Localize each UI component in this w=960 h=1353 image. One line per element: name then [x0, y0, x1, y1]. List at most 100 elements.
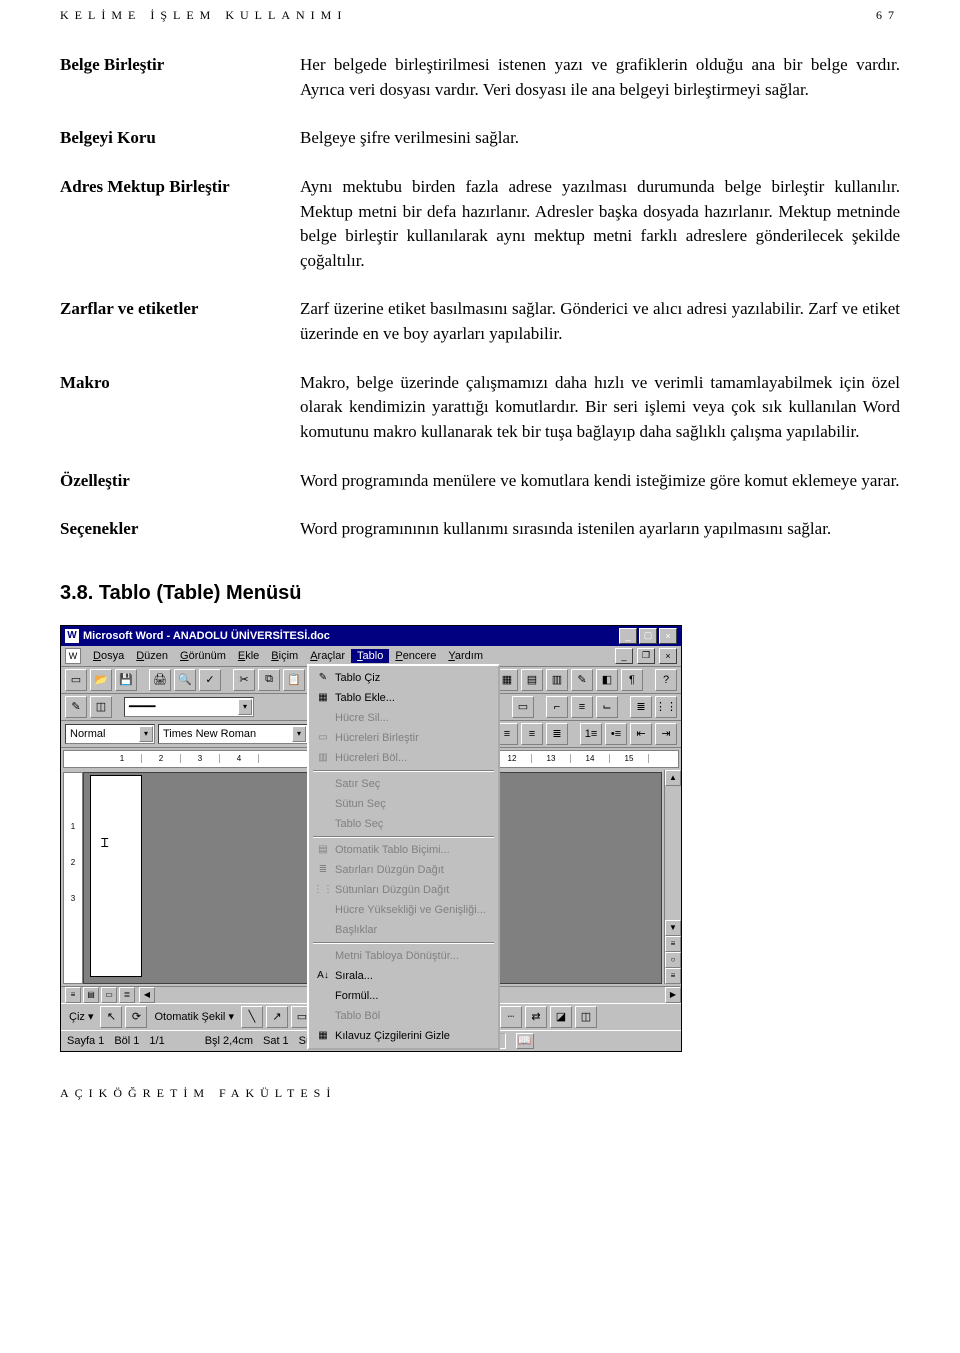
- columns-icon[interactable]: ▥: [546, 669, 568, 691]
- menu-yardım[interactable]: Yardım: [442, 649, 489, 663]
- status-line: Sat 1: [263, 1035, 289, 1047]
- menu-item: ⋮⋮Sütunları Düzgün Dağıt: [311, 880, 496, 900]
- menu-item: Tablo Seç: [311, 814, 496, 834]
- scroll-up-icon[interactable]: ▲: [665, 770, 681, 786]
- mdi-doc-icon[interactable]: W: [65, 648, 81, 664]
- menu-düzen[interactable]: Düzen: [130, 649, 174, 663]
- paste-icon[interactable]: 📋: [283, 669, 305, 691]
- align-top-icon[interactable]: ⌐: [546, 696, 568, 718]
- weblayout-view-icon[interactable]: ▤: [83, 987, 99, 1003]
- menu-separator: [313, 770, 494, 772]
- print-icon[interactable]: 🖨: [149, 669, 171, 691]
- vertical-scrollbar[interactable]: ▲ ▼ ≡ ○ ≡: [664, 770, 681, 984]
- maximize-button[interactable]: ▢: [639, 628, 657, 644]
- menu-item-icon: ▦: [315, 1028, 331, 1044]
- autoshape-menu-label[interactable]: Otomatik Şekil ▾: [150, 1008, 238, 1025]
- select-objects-icon[interactable]: ↖: [100, 1006, 122, 1028]
- definition-desc: Aynı mektubu birden fazla adrese yazılma…: [300, 175, 900, 274]
- align-bottom-icon[interactable]: ⌙: [596, 696, 618, 718]
- arrow-style-icon[interactable]: ⇄: [525, 1006, 547, 1028]
- help-icon[interactable]: ?: [655, 669, 677, 691]
- numbered-list-icon[interactable]: 1≡: [580, 723, 602, 745]
- close-button[interactable]: ×: [659, 628, 677, 644]
- scroll-right-icon[interactable]: ▶: [665, 987, 681, 1003]
- doc-map-icon[interactable]: ◧: [596, 669, 618, 691]
- style-combo[interactable]: Normal: [65, 724, 155, 744]
- draw-table-icon[interactable]: ✎: [65, 696, 87, 718]
- outline-view-icon[interactable]: ≣: [119, 987, 135, 1003]
- mdi-minimize-button[interactable]: _: [615, 648, 633, 664]
- spellcheck-icon[interactable]: ✓: [199, 669, 221, 691]
- line-tool-icon[interactable]: ╲: [241, 1006, 263, 1028]
- menu-item-icon: [315, 796, 331, 812]
- menu-item: ▥Hücreleri Böl...: [311, 748, 496, 768]
- scroll-down-icon[interactable]: ▼: [665, 920, 681, 936]
- menu-ekle[interactable]: Ekle: [232, 649, 265, 663]
- show-marks-icon[interactable]: ¶: [621, 669, 643, 691]
- copy-icon[interactable]: ⧉: [258, 669, 280, 691]
- arrow-tool-icon[interactable]: ↗: [266, 1006, 288, 1028]
- dash-style-icon[interactable]: ┈: [500, 1006, 522, 1028]
- merge-cells-icon[interactable]: ▭: [512, 696, 534, 718]
- menu-item: Hücre Yüksekliği ve Genişliği...: [311, 900, 496, 920]
- status-book-icon[interactable]: 📖: [516, 1033, 534, 1049]
- align-justify-icon[interactable]: ≣: [546, 723, 568, 745]
- status-pages: 1/1: [149, 1035, 164, 1047]
- menu-item-label: Tablo Seç: [335, 818, 383, 830]
- save-icon[interactable]: 💾: [115, 669, 137, 691]
- menu-biçim[interactable]: Biçim: [265, 649, 304, 663]
- eraser-icon[interactable]: ◫: [90, 696, 112, 718]
- ruler-tick: 4: [220, 754, 259, 763]
- vertical-ruler[interactable]: 123: [63, 772, 83, 984]
- rotate-icon[interactable]: ⟳: [125, 1006, 147, 1028]
- scroll-left-icon[interactable]: ◀: [139, 987, 155, 1003]
- line-style-combo[interactable]: ━━━━: [124, 697, 254, 717]
- menu-item[interactable]: A↓Sırala...: [311, 966, 496, 986]
- cut-icon[interactable]: ✂: [233, 669, 255, 691]
- browse-object-icon[interactable]: ○: [665, 952, 681, 968]
- menu-item-icon: ⋮⋮: [315, 882, 331, 898]
- new-doc-icon[interactable]: ▭: [65, 669, 87, 691]
- increase-indent-icon[interactable]: ⇥: [655, 723, 677, 745]
- open-icon[interactable]: 📂: [90, 669, 112, 691]
- align-middle-icon[interactable]: ≡: [571, 696, 593, 718]
- align-right-icon[interactable]: ≡: [521, 723, 543, 745]
- minimize-button[interactable]: _: [619, 628, 637, 644]
- excel-icon[interactable]: ▤: [521, 669, 543, 691]
- pagelayout-view-icon[interactable]: ▭: [101, 987, 117, 1003]
- prev-page-icon[interactable]: ≡: [665, 936, 681, 952]
- menu-item[interactable]: ✎Tablo Çiz: [311, 668, 496, 688]
- menu-item[interactable]: ▦Kılavuz Çizgilerini Gizle: [311, 1026, 496, 1046]
- page-surface[interactable]: Ꮖ: [90, 775, 142, 977]
- next-page-icon[interactable]: ≡: [665, 968, 681, 984]
- shadow-icon[interactable]: ◪: [550, 1006, 572, 1028]
- definition-term: Seçenekler: [60, 517, 270, 542]
- distribute-rows-icon[interactable]: ≣: [630, 696, 652, 718]
- 3d-icon[interactable]: ◫: [575, 1006, 597, 1028]
- menu-item[interactable]: ▦Tablo Ekle...: [311, 688, 496, 708]
- menu-item: Hücre Sil...: [311, 708, 496, 728]
- normal-view-icon[interactable]: ≡: [65, 987, 81, 1003]
- menu-tablo[interactable]: Tablo: [351, 649, 389, 663]
- menu-item: Tablo Böl: [311, 1006, 496, 1026]
- menu-pencere[interactable]: Pencere: [389, 649, 442, 663]
- menu-dosya[interactable]: Dosya: [87, 649, 130, 663]
- menu-item-icon: [315, 776, 331, 792]
- decrease-indent-icon[interactable]: ⇤: [630, 723, 652, 745]
- menu-item[interactable]: Formül...: [311, 986, 496, 1006]
- definition-term: Adres Mektup Birleştir: [60, 175, 270, 274]
- print-preview-icon[interactable]: 🔍: [174, 669, 196, 691]
- menu-görünüm[interactable]: Görünüm: [174, 649, 232, 663]
- mdi-restore-button[interactable]: ❐: [637, 648, 655, 664]
- menu-item-label: Metni Tabloya Dönüştür...: [335, 950, 459, 962]
- bulleted-list-icon[interactable]: •≡: [605, 723, 627, 745]
- mdi-close-button[interactable]: ×: [659, 648, 677, 664]
- draw-menu-label[interactable]: Çiz ▾: [65, 1008, 97, 1025]
- font-combo[interactable]: Times New Roman: [158, 724, 308, 744]
- drawing-toggle-icon[interactable]: ✎: [571, 669, 593, 691]
- running-head-text: KELİME İŞLEM KULLANIMI: [60, 8, 347, 23]
- distribute-cols-icon[interactable]: ⋮⋮: [655, 696, 677, 718]
- menu-araçlar[interactable]: Araçlar: [304, 649, 351, 663]
- ruler-tick: 14: [571, 754, 610, 763]
- ruler-tick: 15: [610, 754, 649, 763]
